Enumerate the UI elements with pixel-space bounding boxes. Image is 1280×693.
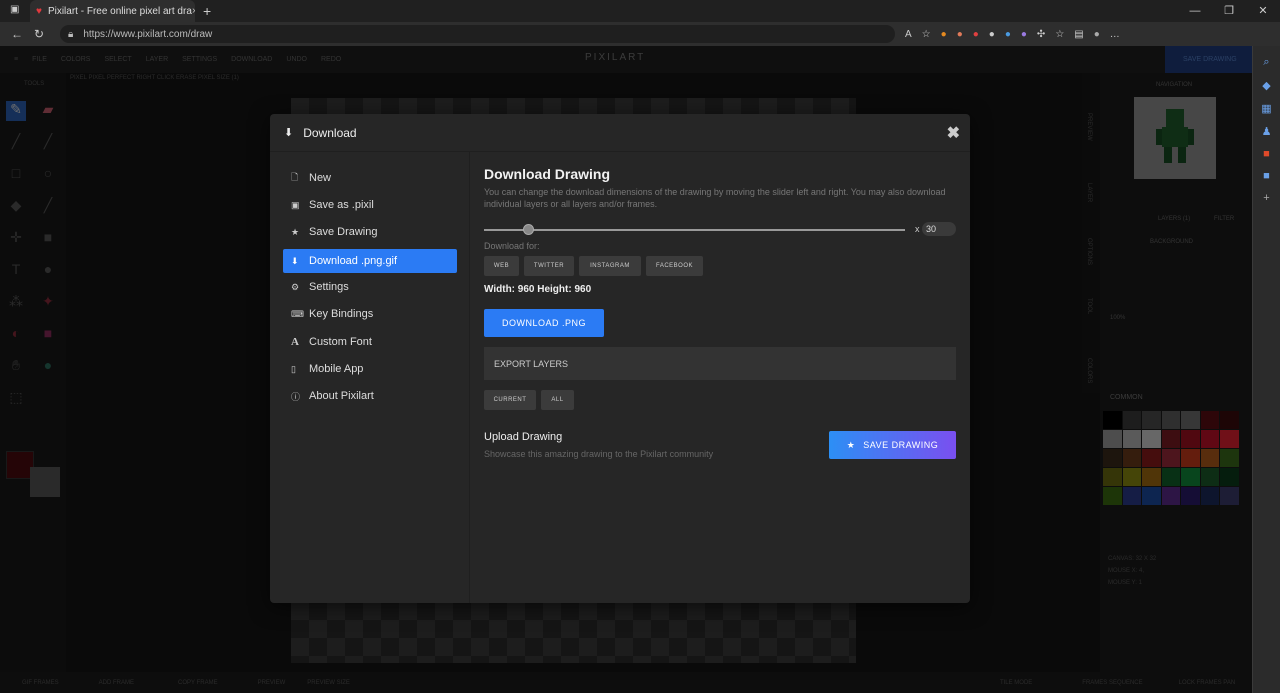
download-modal: ⬇ Download ✖ 🗋︎ New ▣ Save as .pixil ★ S…	[270, 114, 970, 603]
menu-item-label: Key Bindings	[309, 308, 374, 320]
all-layers-button[interactable]: ALL	[541, 390, 574, 410]
save-drawing-label: SAVE DRAWING	[863, 440, 939, 450]
menu-item-custom-font[interactable]: A Custom Font	[283, 330, 457, 354]
export-layers-section[interactable]: EXPORT LAYERS	[484, 347, 956, 380]
menu-item-label: Mobile App	[309, 363, 364, 375]
save-drawing-button[interactable]: ★ SAVE DRAWING	[829, 431, 956, 459]
download-heading: Download Drawing	[484, 166, 610, 182]
menu-item-label: Save as .pixil	[309, 199, 374, 211]
upload-description: Showcase this amazing drawing to the Pix…	[484, 449, 714, 459]
screen: ▣ ♥ Pixilart - Free online pixel art dra…	[0, 0, 1280, 693]
address-bar-row: ← ↻ 🔒︎ https://www.pixilart.com/draw A ☆…	[0, 22, 1280, 46]
menu-item-download[interactable]: ⬇ Download .png.gif	[283, 249, 457, 273]
font-icon: A	[291, 336, 299, 348]
target-facebook-button[interactable]: FACEBOOK	[646, 256, 703, 276]
sidebar-toggle-icon[interactable]: ▣	[10, 4, 19, 15]
extension-icon[interactable]: ●	[1021, 29, 1027, 40]
profile-avatar[interactable]: ●	[1094, 29, 1100, 40]
search-icon[interactable]: ⌕	[1253, 56, 1280, 69]
star-icon: ★	[846, 439, 856, 450]
target-twitter-button[interactable]: TWITTER	[524, 256, 574, 276]
menu-item-label: Settings	[309, 281, 349, 293]
extensions: A ☆ ● ● ● ● ● ● ✣ ☆ ▤ ● …	[905, 29, 1120, 40]
menu-item-key-bindings[interactable]: ⌨ Key Bindings	[283, 302, 457, 326]
shopping-icon[interactable]: ◆	[1253, 79, 1280, 92]
collections-icon[interactable]: ▤	[1074, 29, 1083, 40]
download-panel: Download Drawing You can change the down…	[484, 152, 956, 603]
menu-item-label: Download .png.gif	[309, 255, 398, 267]
extension-icon[interactable]: ●	[1005, 29, 1011, 40]
read-aloud-icon[interactable]: A	[905, 29, 912, 40]
target-buttons: WEB TWITTER INSTAGRAM FACEBOOK	[484, 256, 703, 276]
pixilart-favicon-icon: ♥	[36, 5, 42, 17]
keyboard-icon: ⌨	[291, 308, 304, 319]
scale-input[interactable]: 30	[922, 222, 956, 236]
office-icon[interactable]: ■	[1253, 148, 1280, 160]
menu-item-label: Custom Font	[309, 336, 372, 348]
tab-close-icon[interactable]: ×	[192, 6, 195, 17]
menu-item-mobile-app[interactable]: ▯ Mobile App	[283, 357, 457, 381]
extension-icon[interactable]: ●	[989, 29, 995, 40]
modal-menu: 🗋︎ New ▣ Save as .pixil ★ Save Drawing ⬇…	[270, 152, 470, 603]
close-icon[interactable]: ✖	[947, 123, 960, 143]
menu-item-save-drawing[interactable]: ★ Save Drawing	[283, 220, 457, 244]
extension-icon[interactable]: ●	[941, 29, 947, 40]
browser-sidebar: ⌕ ◆ ▦ ♟ ■ ■ +	[1252, 46, 1280, 693]
refresh-icon[interactable]: ↻	[28, 27, 50, 41]
floppy-icon: ▣	[291, 199, 300, 210]
output-dimensions: Width: 960 Height: 960	[484, 284, 592, 295]
menu-item-settings[interactable]: ⚙ Settings	[283, 275, 457, 299]
file-icon: 🗋︎	[291, 172, 299, 182]
browser-tab-bar: ▣ ♥ Pixilart - Free online pixel art dra…	[0, 0, 1280, 22]
lock-icon: 🔒︎	[68, 28, 74, 40]
mobile-icon: ▯	[291, 363, 296, 374]
scale-prefix: x	[915, 224, 920, 234]
download-icon: ⬇	[291, 255, 299, 266]
extension-icon[interactable]: ●	[957, 29, 963, 40]
games-icon[interactable]: ♟	[1253, 125, 1280, 138]
menu-item-label: Save Drawing	[309, 226, 378, 238]
scale-slider-track[interactable]	[484, 229, 905, 231]
extension-icon[interactable]: ●	[973, 29, 979, 40]
gears-icon: ⚙	[291, 281, 300, 292]
favorites-icon[interactable]: ☆	[1055, 29, 1064, 40]
window-controls: — ❐ ✕	[1178, 0, 1280, 22]
layer-option-buttons: CURRENT ALL	[484, 390, 574, 410]
minimize-button[interactable]: —	[1178, 0, 1212, 22]
maximize-button[interactable]: ❐	[1212, 0, 1246, 22]
target-web-button[interactable]: WEB	[484, 256, 519, 276]
info-icon: ⓘ	[291, 391, 301, 402]
modal-title: Download	[303, 125, 357, 140]
menu-item-label: About Pixilart	[309, 390, 374, 402]
download-for-label: Download for:	[484, 241, 540, 251]
favorite-icon[interactable]: ☆	[922, 29, 931, 40]
menu-item-new[interactable]: 🗋︎ New	[283, 166, 457, 190]
outlook-icon[interactable]: ■	[1253, 170, 1280, 182]
url-field[interactable]: 🔒︎ https://www.pixilart.com/draw	[60, 25, 895, 43]
scale-slider-handle[interactable]	[523, 224, 534, 235]
back-icon[interactable]: ←	[6, 27, 28, 41]
add-icon[interactable]: +	[1253, 192, 1280, 204]
menu-item-save-pixil[interactable]: ▣ Save as .pixil	[283, 193, 457, 217]
target-instagram-button[interactable]: INSTAGRAM	[579, 256, 641, 276]
menu-item-label: New	[309, 172, 332, 184]
star-icon: ★	[291, 226, 300, 237]
puzzle-icon[interactable]: ✣	[1037, 29, 1045, 40]
modal-header: ⬇ Download	[270, 114, 970, 152]
browser-tab[interactable]: ♥ Pixilart - Free online pixel art dra ×	[30, 0, 195, 22]
new-tab-button[interactable]: +	[203, 3, 211, 19]
close-window-button[interactable]: ✕	[1246, 0, 1280, 22]
download-icon: ⬇	[284, 127, 294, 139]
menu-item-about[interactable]: ⓘ About Pixilart	[283, 384, 457, 408]
current-layer-button[interactable]: CURRENT	[484, 390, 536, 410]
tools-icon[interactable]: ▦	[1253, 102, 1280, 115]
download-description: You can change the download dimensions o…	[484, 187, 946, 209]
download-png-button[interactable]: DOWNLOAD .PNG	[484, 309, 604, 337]
url-text: https://www.pixilart.com/draw	[83, 28, 213, 40]
more-icon[interactable]: …	[1110, 29, 1120, 40]
upload-heading: Upload Drawing	[484, 431, 563, 443]
tab-title: Pixilart - Free online pixel art dra	[47, 5, 192, 17]
